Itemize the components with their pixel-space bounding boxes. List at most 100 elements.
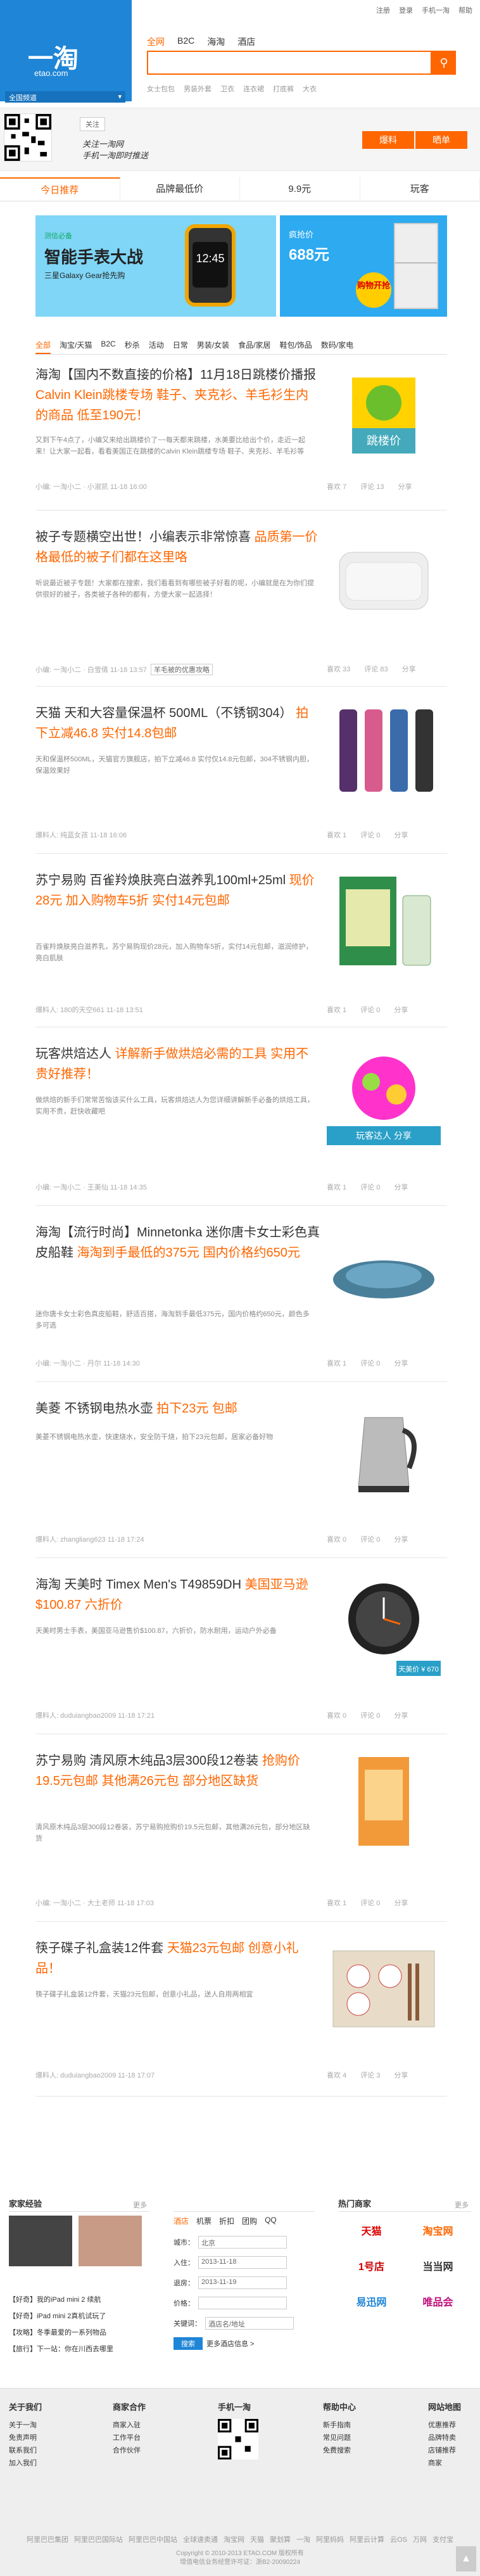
merchant-logo-yixun[interactable]: 易迅网 [338, 2290, 405, 2316]
article-image[interactable] [327, 1399, 441, 1500]
tip-off-button[interactable]: 爆料 [362, 131, 414, 149]
comment-count[interactable]: 评论 0 [360, 1358, 380, 1368]
cat-seckill[interactable]: 秒杀 [125, 339, 140, 354]
footer-link[interactable]: 关于一淘 [9, 2419, 42, 2432]
search-tab-hotel[interactable]: 酒店 [237, 35, 255, 48]
article-image[interactable] [327, 703, 441, 804]
search-button[interactable]: ⚲ [432, 51, 456, 75]
footer-link[interactable]: 商家入驻 [113, 2419, 146, 2432]
cat-clothing[interactable]: 男装/女装 [197, 339, 229, 354]
mobile-link[interactable]: 手机一淘 [422, 5, 450, 15]
like-count[interactable]: 喜欢 7 [327, 481, 346, 492]
partner-link[interactable]: 云OS [390, 2534, 407, 2544]
tab-discount[interactable]: 折扣 [219, 2216, 234, 2226]
share-button[interactable]: 分享 [394, 2070, 408, 2080]
list-item[interactable]: 【攻略】冬季最爱的一系列物品 [9, 2325, 113, 2341]
experience-image[interactable] [79, 2216, 142, 2266]
partner-link[interactable]: 阿里云计算 [350, 2534, 384, 2544]
like-count[interactable]: 喜欢 1 [327, 1358, 346, 1368]
logo-block[interactable]: 一淘 etao.com 全国频道 ▾ [0, 0, 132, 103]
footer-link[interactable]: 优惠推荐 [428, 2419, 461, 2432]
cat-event[interactable]: 活动 [149, 339, 164, 354]
article-image[interactable] [327, 1938, 441, 2040]
region-selector[interactable]: 全国频道 ▾ [5, 91, 125, 103]
tab-qq[interactable]: QQ [265, 2216, 277, 2226]
partner-link[interactable]: 聚划算 [270, 2534, 291, 2544]
footer-link[interactable]: 新手指南 [323, 2419, 356, 2432]
partner-link[interactable]: 万网 [413, 2534, 427, 2544]
share-order-button[interactable]: 晒单 [415, 131, 467, 149]
share-button[interactable]: 分享 [394, 1710, 408, 1720]
like-count[interactable]: 喜欢 1 [327, 830, 346, 840]
article-image[interactable] [327, 527, 441, 628]
like-count[interactable]: 喜欢 0 [327, 1710, 346, 1720]
cat-b2c[interactable]: B2C [101, 339, 115, 354]
help-link[interactable]: 帮助 [458, 5, 472, 15]
tab-9-9[interactable]: 9.9元 [240, 177, 360, 201]
keyword-field[interactable]: 酒店名/地址 [205, 2317, 294, 2330]
footer-link[interactable]: 品牌特卖 [428, 2432, 461, 2444]
article-title[interactable]: 海淘【流行时尚】Minnetonka 迷你唐卡女士彩色真皮船鞋 海淘到手最低的3… [35, 1222, 320, 1263]
article-title[interactable]: 筷子碟子礼盒装12件套 天猫23元包邮 创意小礼品！ [35, 1938, 320, 1979]
footer-link[interactable]: 工作平台 [113, 2432, 146, 2444]
partner-link[interactable]: 阿里巴巴集团 [27, 2534, 68, 2544]
comment-count[interactable]: 评论 83 [364, 664, 388, 674]
checkin-field[interactable]: 2013-11-18 [198, 2256, 287, 2269]
merchant-logo-taobao[interactable]: 淘宝网 [405, 2219, 471, 2245]
list-item[interactable]: 【旅行】下一站：你在川西去哪里 [9, 2341, 113, 2357]
comment-count[interactable]: 评论 0 [360, 1898, 380, 1908]
like-count[interactable]: 喜欢 0 [327, 1534, 346, 1544]
comment-count[interactable]: 评论 0 [360, 1534, 380, 1544]
cat-food[interactable]: 食品/家居 [238, 339, 270, 354]
comment-count[interactable]: 评论 0 [360, 1005, 380, 1015]
merchant-logo-yhd[interactable]: 1号店 [338, 2255, 405, 2280]
comment-count[interactable]: 评论 0 [360, 1182, 380, 1192]
tab-today[interactable]: 今日推荐 [0, 177, 120, 201]
tab-flight[interactable]: 机票 [196, 2216, 212, 2226]
partner-link[interactable]: 天猫 [250, 2534, 264, 2544]
article-image[interactable]: 玩客达人 分享 [327, 1044, 441, 1145]
cat-shoes[interactable]: 鞋包/饰品 [279, 339, 312, 354]
like-count[interactable]: 喜欢 1 [327, 1005, 346, 1015]
comment-count[interactable]: 评论 3 [360, 2070, 380, 2080]
article-title[interactable]: 苏宁易购 百雀羚焕肤亮白滋养乳100ml+25ml 现价28元 加入购物车5折 … [35, 870, 320, 911]
share-button[interactable]: 分享 [394, 1182, 408, 1192]
footer-link[interactable]: 免费搜索 [323, 2444, 356, 2457]
search-tab-haitao[interactable]: 海淘 [207, 35, 225, 48]
more-hotels-link[interactable]: 更多酒店信息 > [206, 2338, 254, 2349]
list-item[interactable]: 【好奇】iPad mini 2真机试玩了 [9, 2308, 113, 2325]
merchant-logo-dangdang[interactable]: 当当网 [405, 2255, 471, 2280]
list-item[interactable]: 【好奇】我的iPad mini 2 续航 [9, 2292, 113, 2308]
article-image[interactable]: 跳楼价 [327, 365, 441, 466]
article-title[interactable]: 海淘【国内不数直接的价格】11月18日跳楼价播报 Calvin Klein跳楼专… [35, 365, 320, 426]
tab-hotel[interactable]: 酒店 [174, 2216, 189, 2226]
article-image[interactable]: 天美价 ¥ 670 [327, 1575, 441, 1676]
hotel-search-button[interactable]: 搜索 [174, 2337, 203, 2350]
like-count[interactable]: 喜欢 1 [327, 1898, 346, 1908]
hot-keyword[interactable]: 男装外套 [184, 84, 212, 94]
footer-link[interactable]: 合作伙伴 [113, 2444, 146, 2457]
comment-count[interactable]: 评论 0 [360, 1710, 380, 1720]
tab-group[interactable]: 团购 [242, 2216, 257, 2226]
tab-wanke[interactable]: 玩客 [360, 177, 480, 201]
merchant-logo-vip[interactable]: 唯品会 [405, 2290, 471, 2316]
tab-brand-lowest[interactable]: 品牌最低价 [120, 177, 240, 201]
experience-image[interactable] [9, 2216, 72, 2266]
article-image[interactable] [327, 1222, 441, 1324]
footer-link[interactable]: 加入我们 [9, 2457, 42, 2470]
comment-count[interactable]: 评论 0 [360, 830, 380, 840]
article-title[interactable]: 被子专题横空出世！小编表示非常惊喜 品质第一价格最低的被子们都在这里咯 [35, 527, 320, 568]
share-button[interactable]: 分享 [394, 830, 408, 840]
price-field[interactable] [198, 2297, 287, 2309]
footer-link[interactable]: 常见问题 [323, 2432, 356, 2444]
banner-fridge[interactable]: 疯抢价 688元 购物开抢 [280, 215, 447, 317]
cat-daily[interactable]: 日常 [173, 339, 188, 354]
partner-link[interactable]: 阿里巴巴中国站 [129, 2534, 177, 2544]
footer-link[interactable]: 店铺推荐 [428, 2444, 461, 2457]
hot-keyword[interactable]: 打底裤 [273, 84, 294, 94]
footer-link[interactable]: 商家 [428, 2457, 461, 2470]
share-button[interactable]: 分享 [394, 1005, 408, 1015]
like-count[interactable]: 喜欢 33 [327, 664, 350, 674]
partner-link[interactable]: 支付宝 [433, 2534, 453, 2544]
hot-keyword[interactable]: 大衣 [303, 84, 317, 94]
